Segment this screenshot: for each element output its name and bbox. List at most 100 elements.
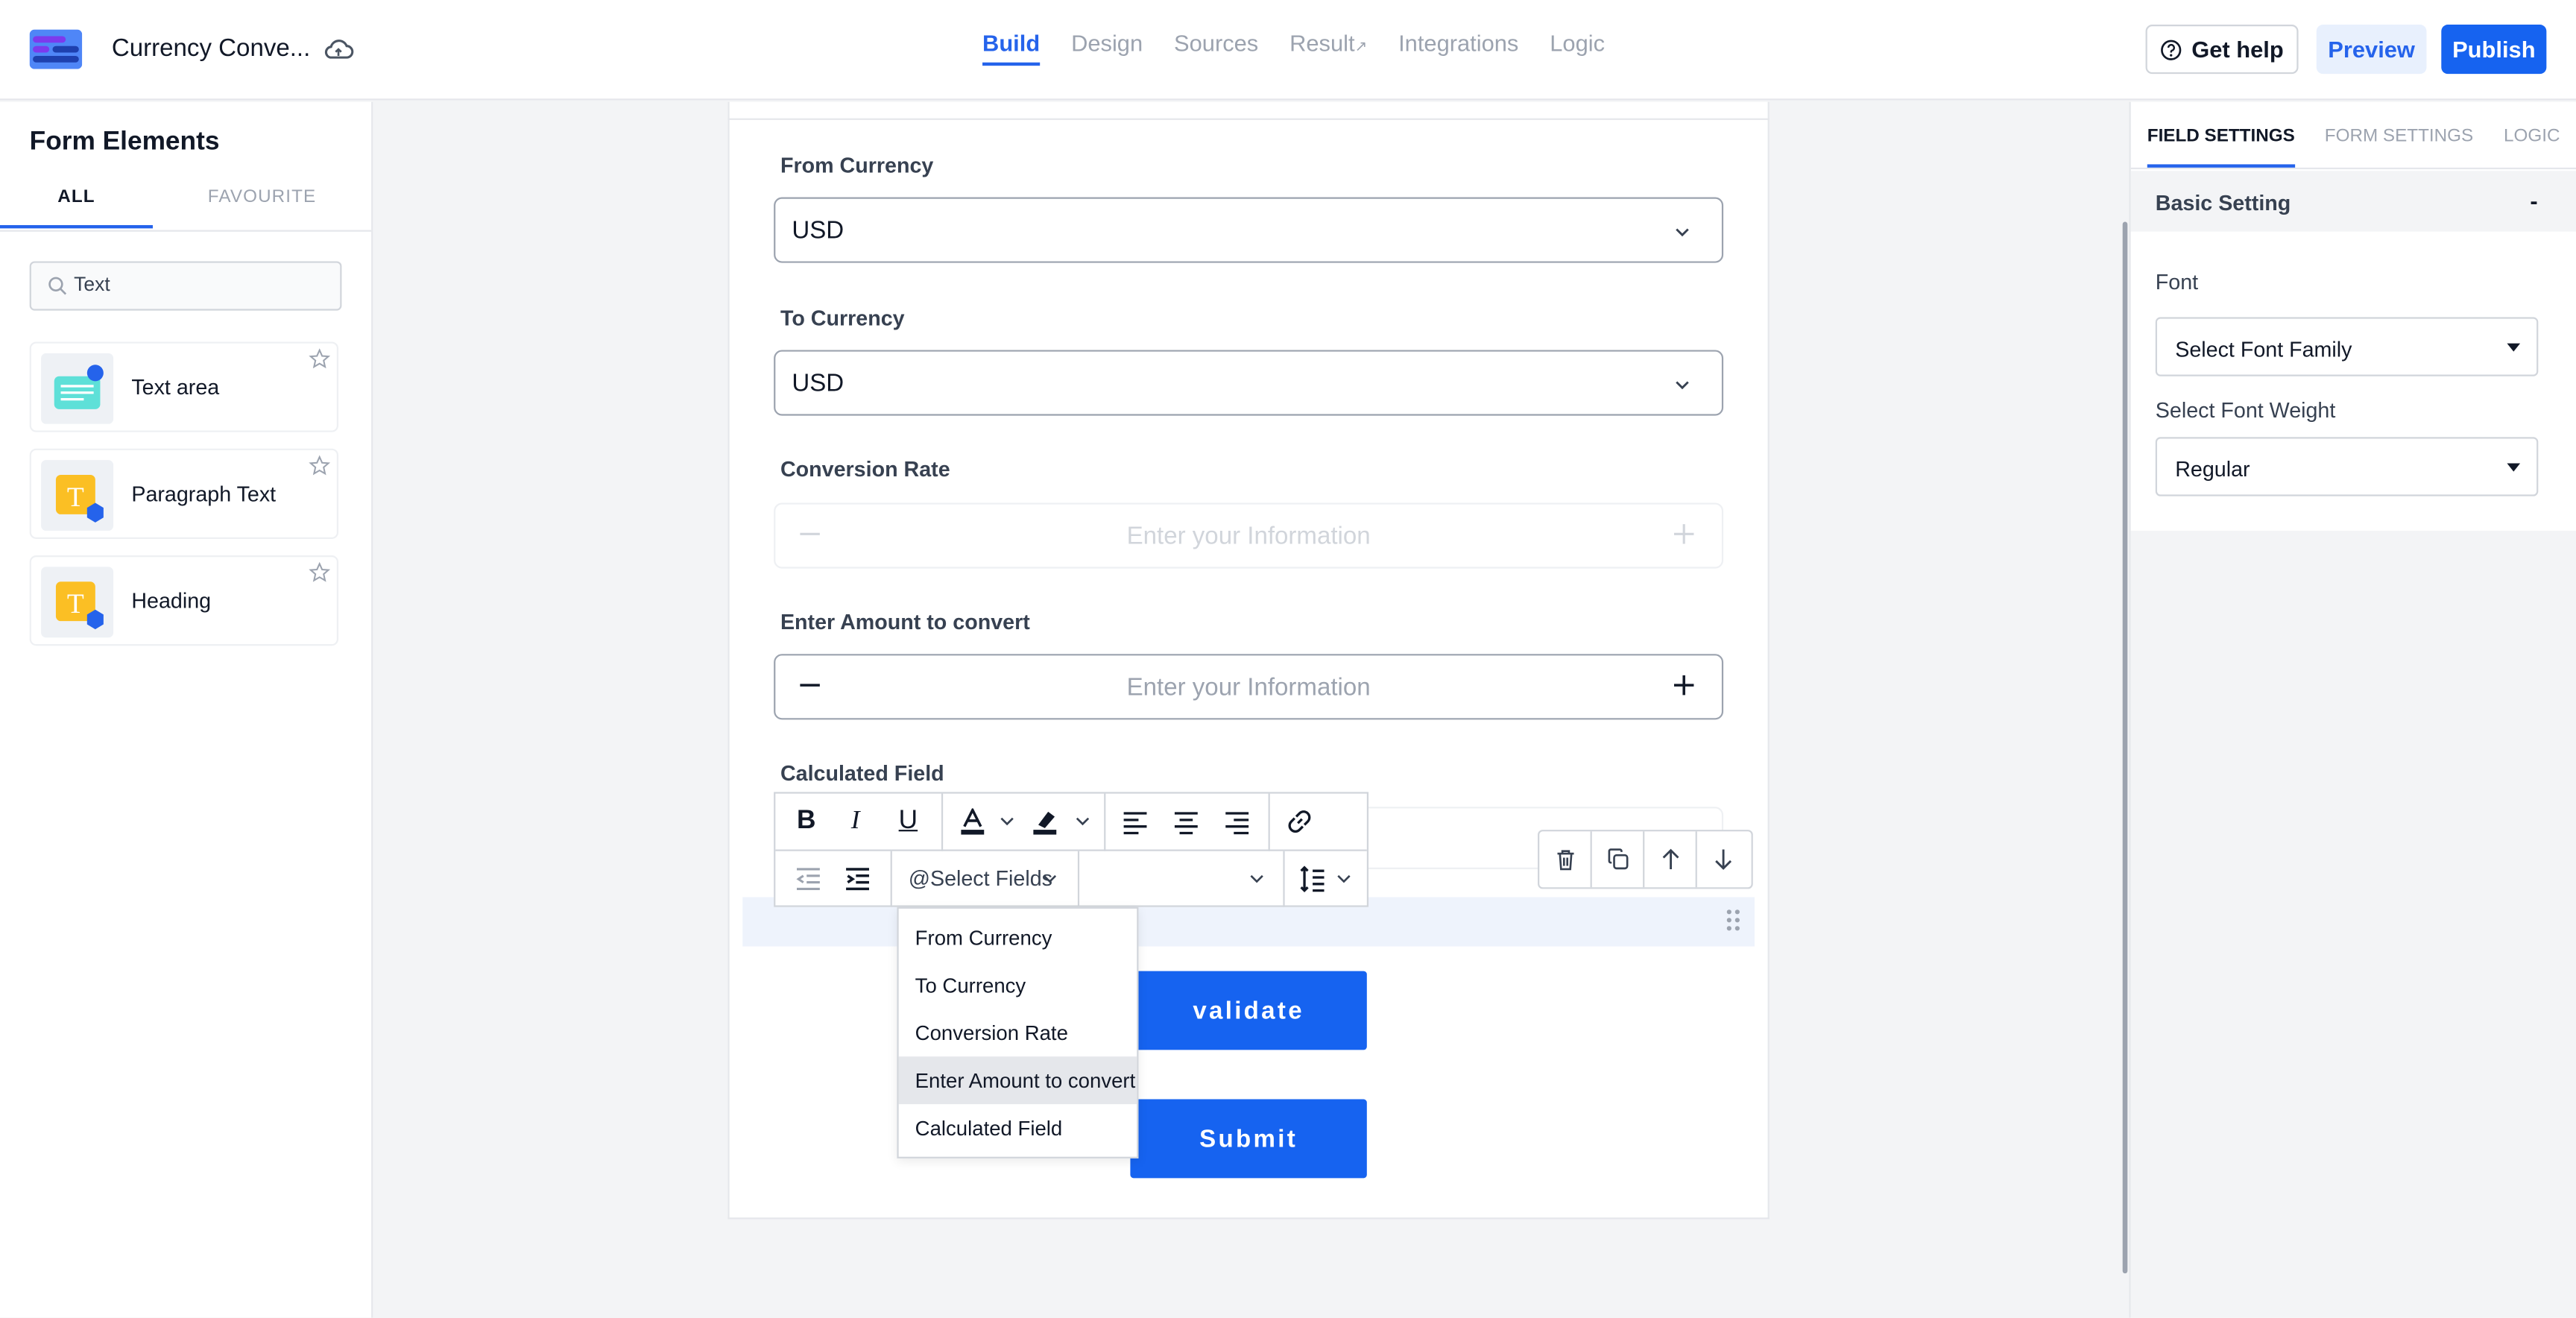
move-down-button[interactable] (1697, 831, 1750, 887)
toolbar-row: @Select Fields (775, 851, 1366, 907)
from-currency-select[interactable]: USD (774, 197, 1724, 263)
cloud-sync-icon[interactable] (322, 36, 355, 62)
tab-integrations[interactable]: Integrations (1398, 30, 1518, 66)
star-icon[interactable] (309, 348, 331, 370)
move-up-button[interactable] (1644, 831, 1697, 888)
divider (727, 118, 1770, 120)
tab-sources[interactable]: Sources (1174, 30, 1258, 66)
element-text-area[interactable]: Text area (29, 341, 339, 432)
font-label: Font (2155, 269, 2199, 294)
delete-button[interactable] (1539, 831, 1592, 888)
canvas-scrollbar[interactable] (2122, 221, 2128, 1274)
get-help-button[interactable]: Get help (2145, 25, 2299, 75)
conversion-rate-placeholder: Enter your Information (1126, 522, 1371, 551)
to-currency-label: To Currency (780, 305, 905, 331)
tab-result[interactable]: Result↗ (1289, 30, 1367, 66)
drag-handle-icon[interactable] (1725, 907, 1741, 933)
text-area-icon (41, 353, 114, 424)
highlight-color-icon[interactable] (1032, 808, 1058, 835)
from-currency-value: USD (792, 216, 845, 245)
tab-result-label: Result (1289, 29, 1355, 56)
search-input[interactable] (74, 272, 321, 296)
element-heading[interactable]: T Heading (29, 555, 339, 646)
divider (890, 851, 892, 907)
star-icon[interactable] (309, 561, 331, 584)
chevron-down-icon[interactable] (1074, 813, 1090, 830)
paragraph-text-icon: T (41, 460, 114, 531)
menu-item-amount[interactable]: Enter Amount to convert (898, 1056, 1137, 1105)
validate-button[interactable]: validate (1130, 971, 1367, 1050)
field-actions (1538, 830, 1753, 889)
align-center-icon[interactable] (1173, 808, 1199, 835)
align-right-icon[interactable] (1224, 808, 1250, 835)
bold-icon[interactable]: B (797, 807, 815, 836)
chevron-down-icon[interactable] (1248, 871, 1265, 887)
star-icon[interactable] (309, 455, 331, 477)
tab-all[interactable]: ALL (0, 187, 153, 229)
chevron-down-icon[interactable] (1336, 871, 1352, 887)
link-icon[interactable] (1287, 808, 1313, 834)
element-search-box[interactable] (29, 261, 342, 311)
menu-item-to-currency[interactable]: To Currency (899, 961, 1137, 1009)
divider (1268, 793, 1270, 851)
chevron-down-icon[interactable] (999, 813, 1015, 830)
align-left-icon[interactable] (1122, 808, 1148, 835)
heading-icon: T (41, 567, 114, 638)
collapse-icon[interactable]: - (2530, 187, 2537, 213)
divider (1283, 851, 1285, 907)
element-paragraph-text[interactable]: T Paragraph Text (29, 448, 339, 539)
to-currency-select[interactable]: USD (774, 350, 1724, 416)
caret-down-icon (2507, 343, 2521, 352)
tab-logic[interactable]: Logic (1550, 30, 1605, 66)
divider (1077, 851, 1080, 907)
app-root: Currency Conve... Build Design Sources R… (0, 0, 2576, 1318)
svg-text:T: T (67, 482, 84, 513)
tab-form-settings[interactable]: FORM SETTINGS (2325, 127, 2473, 146)
submit-button[interactable]: Submit (1130, 1099, 1367, 1179)
calculated-field-label: Calculated Field (780, 760, 944, 786)
search-icon (48, 277, 67, 295)
chevron-down-icon (1676, 228, 1689, 237)
amount-label: Enter Amount to convert (780, 609, 1030, 634)
basic-setting-header[interactable]: Basic Setting - (2130, 171, 2576, 232)
publish-button[interactable]: Publish (2441, 25, 2547, 75)
chevron-down-icon[interactable] (1041, 871, 1058, 887)
font-weight-value: Regular (2175, 456, 2250, 482)
duplicate-button[interactable] (1592, 831, 1645, 888)
tab-favourite[interactable]: FAVOURITE (153, 187, 371, 206)
italic-icon[interactable]: I (851, 807, 860, 836)
tab-design[interactable]: Design (1071, 30, 1143, 66)
preview-button[interactable]: Preview (2316, 25, 2427, 75)
to-currency-value: USD (792, 369, 845, 398)
tab-build[interactable]: Build (982, 30, 1041, 66)
top-header: Currency Conve... Build Design Sources R… (0, 0, 2576, 101)
tab-field-settings[interactable]: FIELD SETTINGS (2147, 127, 2295, 168)
conversion-rate-stepper[interactable]: Enter your Information (774, 502, 1724, 569)
outdent-icon[interactable] (795, 866, 821, 892)
menu-item-conversion-rate[interactable]: Conversion Rate (899, 1009, 1137, 1056)
tab-logic-settings[interactable]: LOGIC (2504, 127, 2560, 146)
app-logo-icon[interactable] (29, 29, 83, 69)
rich-text-toolbar: B I U @Select Fields (774, 792, 1369, 907)
text-color-icon[interactable] (959, 808, 985, 835)
line-height-icon[interactable] (1299, 865, 1325, 892)
plus-icon[interactable] (1673, 674, 1696, 697)
underline-icon[interactable]: U (899, 807, 918, 836)
indent-icon[interactable] (845, 866, 871, 892)
get-help-label: Get help (2191, 36, 2284, 63)
from-currency-label: From Currency (780, 152, 934, 178)
font-weight-select[interactable]: Regular (2155, 437, 2539, 496)
amount-stepper[interactable]: Enter your Information (774, 654, 1724, 720)
form-title[interactable]: Currency Conve... (112, 34, 310, 62)
plus-icon[interactable] (1673, 523, 1696, 546)
external-link-icon: ↗ (1354, 37, 1368, 54)
panel-title: Form Elements (29, 127, 220, 157)
select-fields-dropdown[interactable]: @Select Fields (909, 866, 1052, 891)
divider (0, 230, 372, 232)
chevron-down-icon (1676, 381, 1689, 390)
select-fields-menu: From Currency To Currency Conversion Rat… (897, 906, 1139, 1158)
conversion-rate-label: Conversion Rate (780, 456, 950, 482)
font-family-select[interactable]: Select Font Family (2155, 317, 2539, 376)
menu-item-from-currency[interactable]: From Currency (899, 913, 1137, 961)
menu-item-calculated-field[interactable]: Calculated Field (899, 1104, 1137, 1152)
